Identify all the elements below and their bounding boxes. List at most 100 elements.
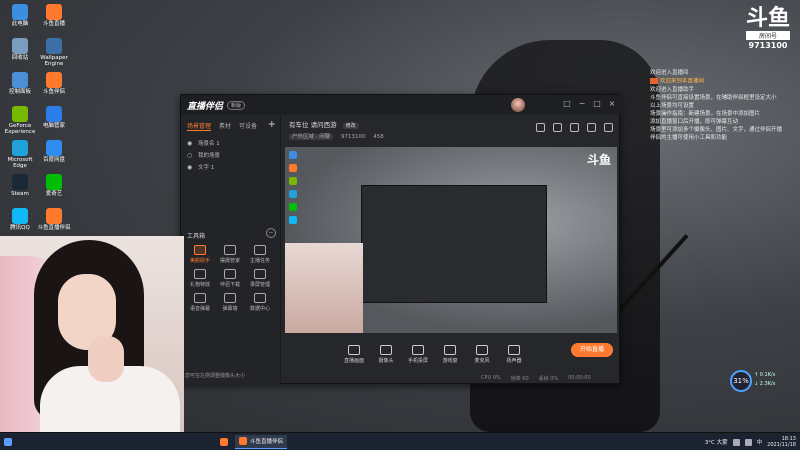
tab-scenes[interactable]: 场景管理 [187, 121, 212, 131]
edit-title-button[interactable]: 修改 [342, 123, 359, 129]
start-stream-button[interactable]: 开始直播 [571, 343, 613, 357]
source-button[interactable]: 直播画面 [341, 344, 367, 364]
tab-devices[interactable]: 可设备 [239, 121, 257, 131]
chat-line: 添加直播窗口后开播，即可弹幕互动 [650, 119, 798, 126]
maximize-icon[interactable]: □ [592, 99, 602, 109]
tool-label: 弹幕墙 [222, 306, 238, 312]
chat-text: 添加直播窗口后开播，即可弹幕互动 [650, 118, 739, 125]
menu-icon[interactable]: □ [562, 99, 572, 109]
app-icon [12, 72, 28, 88]
tool-icon [254, 269, 266, 279]
toolbox-item[interactable]: 录屏管理 [245, 269, 275, 288]
taskbar-app-label: 斗鱼直播伴侣 [250, 439, 284, 445]
toolbox-item[interactable]: 伴侣下载 [215, 269, 245, 288]
source-button[interactable]: 麦克风 [469, 344, 495, 364]
desktop-icon[interactable]: 爱奇艺 [36, 174, 72, 197]
version-badge[interactable]: 新版 [227, 100, 246, 110]
bell-icon[interactable] [587, 123, 596, 132]
webcam-hand [88, 336, 124, 382]
taskbar-app[interactable] [216, 435, 235, 449]
volume-icon[interactable] [744, 438, 752, 446]
close-icon[interactable]: × [607, 99, 617, 109]
room-category[interactable]: 户外区域 · 闲聊 [289, 134, 334, 140]
desktop-icon[interactable]: 斗鱼伴侣 [36, 72, 72, 95]
desktop-icon[interactable]: 百度网盘 [36, 140, 72, 163]
toolbox-item[interactable]: 语音弹幕 [185, 293, 215, 312]
upload-rate: ↑ 0.1K/s [754, 372, 776, 378]
source-label: 游戏窗 [442, 357, 458, 364]
desktop-icon[interactable]: 电脑管家 [36, 106, 72, 129]
taskbar-app[interactable]: 斗鱼直播伴侣 [235, 434, 288, 449]
stream-preview[interactable]: 斗鱼 [285, 147, 617, 333]
room-number: 9713100 [748, 41, 788, 50]
network-gauge[interactable]: 31% ↑ 0.1K/s ↓ 2.3K/s [730, 370, 786, 394]
desktop-icon[interactable]: Microsoft Edge [2, 140, 38, 169]
desktop-icon[interactable]: GeForce Experience [2, 106, 38, 135]
lock-icon[interactable] [553, 123, 562, 132]
scene-item[interactable]: ◉ 文字 1 [181, 161, 280, 173]
toolbox-grid: 美颜助手 摆摄管家 主播任务礼物特效 伴侣下载 录屏管理语音弹幕 弹幕墙 数据中心 [185, 245, 277, 312]
scene-item[interactable]: ○ 我的场景 [181, 149, 280, 161]
avatar[interactable] [511, 98, 525, 112]
scene-name: 文字 1 [198, 165, 215, 171]
room-meta: 户外区域 · 闲聊 9713100 458 [289, 132, 529, 140]
tool-icon [254, 245, 266, 255]
gift-icon[interactable] [536, 123, 545, 132]
share-icon[interactable] [604, 123, 613, 132]
tab-materials[interactable]: 素材 [219, 121, 231, 131]
source-icon [476, 344, 488, 355]
add-scene-button[interactable]: + [268, 119, 276, 130]
source-button[interactable]: 摄像头 [373, 344, 399, 364]
tool-label: 录屏管理 [249, 282, 270, 288]
weather[interactable]: 3°C 大雾 [705, 438, 728, 446]
gauge-value: 31% [730, 370, 752, 392]
clock[interactable]: 18:13 2021/11/18 [767, 436, 796, 448]
start-button[interactable] [0, 435, 16, 449]
message-icon[interactable] [570, 123, 579, 132]
chat-line: 欢迎进入直播助手 [650, 87, 798, 94]
chat-text: 欢迎进入直播助手 [650, 86, 695, 93]
collapse-toolbox-button[interactable]: − [266, 228, 276, 238]
desktop-icon[interactable]: Wallpaper Engine [36, 38, 72, 67]
toolbox-item[interactable]: 数据中心 [245, 293, 275, 312]
source-button[interactable]: 扬声器 [501, 344, 527, 364]
desktop-icon-label: Microsoft Edge [7, 157, 33, 169]
top-actions [536, 123, 613, 132]
desktop-icon[interactable]: Steam [2, 174, 38, 197]
taskbar: 斗鱼直播伴侣 3°C 大雾 中 18:13 2021/11/18 [0, 432, 800, 450]
tool-icon [194, 269, 206, 279]
desktop-icon[interactable]: 此电脑 [2, 4, 38, 27]
scene-item[interactable]: ◉ 场景名 1 [181, 137, 280, 149]
toolbox-item[interactable]: 主播任务 [245, 245, 275, 264]
visibility-icon[interactable]: ◉ [187, 140, 195, 147]
room-subtitle: 请问西游 [310, 121, 337, 129]
network-icon[interactable] [732, 438, 740, 446]
source-label: 手机投屏 [407, 357, 428, 364]
toolbox-item[interactable]: 美颜助手 [185, 245, 215, 264]
source-button[interactable]: 手机投屏 [405, 344, 431, 364]
toolbox-title: 工具箱 [187, 233, 206, 240]
desktop-icon[interactable]: 斗鱼直播 [36, 4, 72, 27]
toolbox-item[interactable]: 礼物特效 [185, 269, 215, 288]
tool-label: 伴侣下载 [219, 282, 240, 288]
visibility-icon[interactable]: ◉ [187, 164, 195, 171]
input-language[interactable]: 中 [757, 438, 763, 446]
source-button[interactable]: 游戏窗 [437, 344, 463, 364]
streaming-app-window: 直播伴侣 新版 □ − □ × 场景管理 素材 可设备 + ◉ 场景名 1 ○ 我的场… [180, 94, 621, 385]
desktop-icon[interactable]: 控制面板 [2, 72, 38, 95]
tool-icon [224, 293, 236, 303]
room-info: 有车位 请问西游 修改 户外区域 · 闲聊 9713100 458 [289, 119, 529, 143]
main-panel: 有车位 请问西游 修改 户外区域 · 闲聊 9713100 458 斗鱼 直播画… [281, 115, 621, 385]
desktop-icon[interactable]: 回收站 [2, 38, 38, 61]
source-icon [412, 344, 424, 355]
minimize-icon[interactable]: − [577, 99, 587, 109]
desktop-icon-label: 斗鱼伴侣 [42, 89, 65, 95]
desktop-icon[interactable]: 腾讯QQ [2, 208, 38, 231]
app-titlebar[interactable]: 直播伴侣 新版 □ − □ × [181, 95, 621, 115]
source-icon [380, 344, 392, 355]
app-icon [12, 174, 28, 190]
toolbox-item[interactable]: 弹幕墙 [215, 293, 245, 312]
visibility-icon[interactable]: ○ [187, 152, 195, 159]
desktop-icon[interactable]: 斗鱼直播伴侣 [36, 208, 72, 231]
toolbox-item[interactable]: 摆摄管家 [215, 245, 245, 264]
